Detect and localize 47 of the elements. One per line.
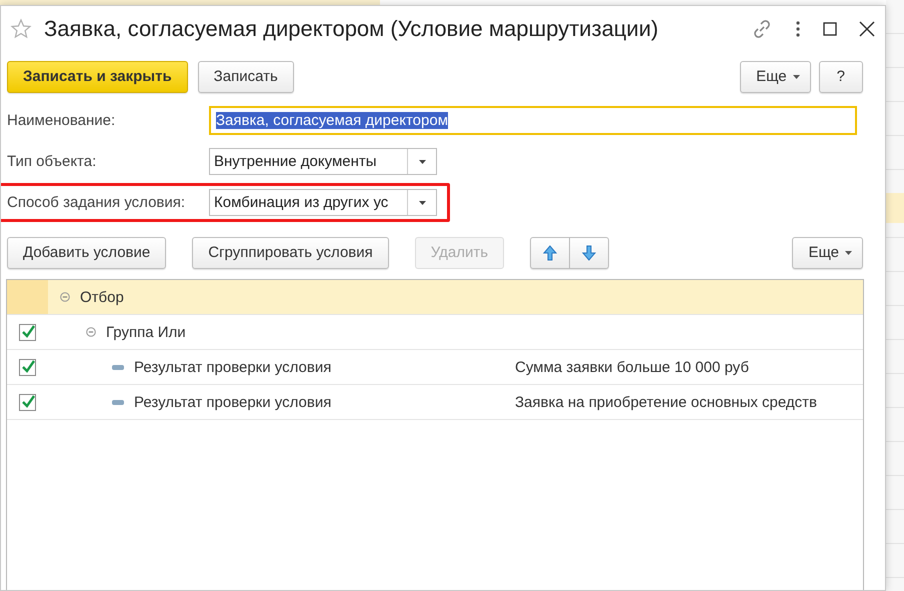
caret-icon <box>418 200 426 204</box>
group-conditions-button[interactable]: Сгруппировать условия <box>192 236 389 268</box>
condition-name: Результат проверки условия <box>134 394 332 410</box>
field-label: Тип объекта: <box>7 153 98 170</box>
window-title: Заявка, согласуемая директором (Условие маршрутизации) <box>44 16 660 42</box>
condition-value: Заявка на приобретение основных средств <box>515 394 817 410</box>
field-label: Наименование: <box>7 112 116 129</box>
caret-icon <box>845 250 852 254</box>
down-arrow-icon <box>582 244 596 260</box>
collapse-icon[interactable] <box>86 327 96 337</box>
more-icon[interactable] <box>795 20 801 38</box>
condition-value: Сумма заявки больше 10 000 руб <box>515 358 749 376</box>
checkbox[interactable] <box>19 324 36 340</box>
condition-icon <box>112 364 124 370</box>
dropdown-field[interactable]: Внутренние документы <box>209 148 437 175</box>
tree-row[interactable]: Отбор <box>7 280 863 315</box>
help-button[interactable]: ? <box>818 60 863 92</box>
collapse-icon[interactable] <box>60 292 70 302</box>
close-icon[interactable] <box>859 21 875 37</box>
checkbox[interactable] <box>19 394 36 410</box>
condition-name: Результат проверки условия <box>134 358 332 376</box>
more-button[interactable]: Еще <box>740 60 811 92</box>
checkbox[interactable] <box>19 358 36 376</box>
checkmark-icon <box>20 325 34 339</box>
field-label: Способ задания условия: <box>7 194 186 211</box>
maximize-icon[interactable] <box>823 22 837 36</box>
input-field[interactable]: Заявка, согласуемая директором <box>209 106 857 135</box>
condition-name: Отбор <box>80 288 124 306</box>
caret-icon <box>792 74 800 78</box>
add-condition-button[interactable]: Добавить условие <box>7 236 166 268</box>
save-and-close-button[interactable]: Записать и закрыть <box>7 60 188 92</box>
condition-name: Группа Или <box>106 324 186 340</box>
link-icon[interactable] <box>751 18 773 40</box>
tree-row[interactable]: Результат проверки условия Сумма заявки больше 10 000 руб <box>7 350 863 385</box>
checkmark-icon <box>20 360 34 374</box>
move-up-button[interactable] <box>530 236 570 268</box>
checkmark-icon <box>20 395 34 409</box>
star-icon[interactable] <box>10 18 32 40</box>
dropdown-field[interactable]: Комбинация из других ус <box>209 189 437 216</box>
up-arrow-icon <box>543 244 558 260</box>
caret-icon <box>418 160 426 164</box>
save-button[interactable]: Записать <box>198 60 294 92</box>
tree-row[interactable]: Результат проверки условия Заявка на приобретение основных средств <box>7 385 863 420</box>
move-down-button[interactable] <box>570 236 610 268</box>
condition-icon <box>112 400 124 404</box>
more-button[interactable]: Еще <box>792 236 863 268</box>
tree-row[interactable]: Группа Или <box>7 315 863 350</box>
